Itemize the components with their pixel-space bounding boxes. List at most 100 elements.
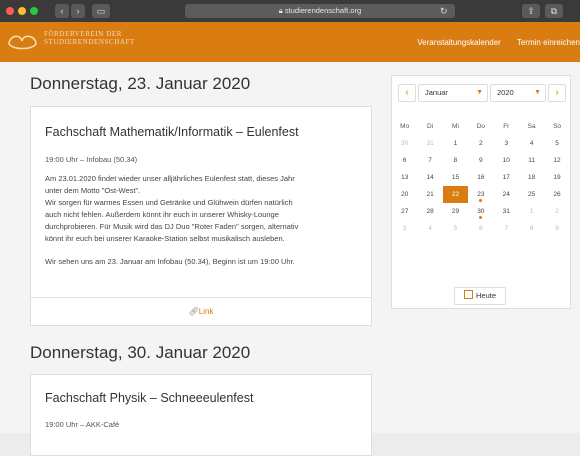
weekday-label: Di bbox=[427, 123, 434, 130]
calendar-day[interactable]: 3 bbox=[392, 220, 417, 237]
calendar-day[interactable]: 8 bbox=[443, 152, 468, 169]
calendar-day[interactable]: 29 bbox=[443, 203, 468, 220]
calendar-day[interactable]: 4 bbox=[519, 135, 544, 152]
tabs-button[interactable]: ⧉ bbox=[545, 4, 563, 18]
event-meta: 19:00 Uhr – AKK-Café bbox=[45, 420, 120, 429]
calendar-day[interactable]: 31 bbox=[417, 135, 442, 152]
week-row: 27 28 29 30 31 1 2 bbox=[392, 203, 570, 220]
chevron-down-icon: ▼ bbox=[476, 89, 483, 96]
calendar-day[interactable]: 30 bbox=[468, 203, 493, 220]
calendar-day[interactable]: 11 bbox=[519, 152, 544, 169]
calendar-day[interactable]: 23 bbox=[468, 186, 493, 203]
forward-button[interactable]: › bbox=[71, 4, 85, 18]
reload-icon: ↻ bbox=[440, 6, 448, 16]
chevron-left-icon: ‹ bbox=[60, 6, 64, 16]
nav-item-calendar[interactable]: Veranstaltungskalender bbox=[417, 38, 501, 47]
calendar-day[interactable]: 1 bbox=[443, 135, 468, 152]
calendar-day[interactable]: 1 bbox=[519, 203, 544, 220]
calendar-day[interactable]: 21 bbox=[417, 186, 442, 203]
calendar-day[interactable]: 18 bbox=[519, 169, 544, 186]
weekday-header-row: Mo Di Mi Do Fr Sa So bbox=[392, 118, 570, 135]
weekday-label: Mi bbox=[452, 123, 459, 130]
window-controls bbox=[6, 7, 38, 15]
calendar-day[interactable]: 27 bbox=[392, 203, 417, 220]
calendar-day[interactable]: 15 bbox=[443, 169, 468, 186]
nav-item-submit-event[interactable]: Termin einreichen bbox=[517, 38, 580, 47]
week-row: 20 21 22 23 24 25 26 bbox=[392, 186, 570, 203]
calendar-day[interactable]: 3 bbox=[494, 135, 519, 152]
calendar-day[interactable]: 5 bbox=[544, 135, 569, 152]
share-button[interactable]: ⇪ bbox=[522, 4, 540, 18]
calendar-day[interactable]: 14 bbox=[417, 169, 442, 186]
logo-line-2: STUDIERENDENSCHAFT bbox=[44, 38, 135, 46]
description-line: auch nicht fehlen. Außerdem könnt ihr eu… bbox=[45, 210, 279, 219]
event-link[interactable]: 🔗︎Link bbox=[189, 307, 214, 316]
event-title: Fachschaft Mathematik/Informatik – Eulen… bbox=[45, 125, 299, 139]
weekday-label: Mo bbox=[400, 123, 410, 130]
calendar-day[interactable]: 2 bbox=[544, 203, 569, 220]
address-bar[interactable]: 🔒︎ studierendenschaft.org bbox=[185, 4, 455, 18]
calendar-day[interactable]: 28 bbox=[417, 203, 442, 220]
sidebar-toggle-button[interactable]: ▭ bbox=[92, 4, 110, 18]
sidebar-icon: ▭ bbox=[96, 6, 106, 16]
calendar-day[interactable]: 30 bbox=[392, 135, 417, 152]
calendar-day[interactable]: 31 bbox=[494, 203, 519, 220]
tabs-icon: ⧉ bbox=[550, 6, 558, 16]
calendar-day[interactable]: 10 bbox=[494, 152, 519, 169]
prev-month-button[interactable]: ‹ bbox=[398, 84, 416, 102]
description-line: Wir sehen uns am 23. Januar am Infobau (… bbox=[45, 257, 295, 266]
logo-line-1: FÖRDERVEREIN DER bbox=[44, 30, 123, 38]
description-line: unter dem Motto "Ost-West". bbox=[45, 186, 141, 195]
calendar-day[interactable]: 16 bbox=[468, 169, 493, 186]
minimize-window-button[interactable] bbox=[18, 7, 26, 15]
lock-icon: 🔒︎ bbox=[278, 6, 283, 15]
event-card: Fachschaft Mathematik/Informatik – Eulen… bbox=[30, 106, 372, 326]
event-card: Fachschaft Physik – Schneeeulenfest 19:0… bbox=[30, 374, 372, 456]
date-heading: Donnerstag, 23. Januar 2020 bbox=[30, 74, 251, 93]
calendar-grid: Mo Di Mi Do Fr Sa So 30 31 1 2 3 4 5 6 7… bbox=[392, 118, 570, 237]
calendar-icon bbox=[463, 290, 473, 299]
month-select[interactable]: Januar ▼ bbox=[418, 84, 488, 102]
calendar-day[interactable]: 24 bbox=[494, 186, 519, 203]
browser-toolbar: ‹ › ▭ 🔒︎ studierendenschaft.org ↻ ⇪ ⧉ bbox=[0, 0, 580, 22]
calendar-day[interactable]: 4 bbox=[417, 220, 442, 237]
calendar-day[interactable]: 13 bbox=[392, 169, 417, 186]
link-icon: 🔗︎ bbox=[188, 307, 199, 316]
week-row: 13 14 15 16 17 18 19 bbox=[392, 169, 570, 186]
calendar-day[interactable]: 9 bbox=[544, 220, 569, 237]
week-row: 30 31 1 2 3 4 5 bbox=[392, 135, 570, 152]
calendar-day[interactable]: 7 bbox=[417, 152, 442, 169]
calendar-day[interactable]: 2 bbox=[468, 135, 493, 152]
event-meta: 19:00 Uhr – Infobau (50.34) bbox=[45, 155, 138, 164]
share-icon: ⇪ bbox=[527, 6, 535, 16]
zoom-window-button[interactable] bbox=[30, 7, 38, 15]
calendar-day[interactable]: 7 bbox=[494, 220, 519, 237]
calendar-day[interactable]: 12 bbox=[544, 152, 569, 169]
calendar-day[interactable]: 19 bbox=[544, 169, 569, 186]
calendar-day[interactable]: 20 bbox=[392, 186, 417, 203]
back-button[interactable]: ‹ bbox=[55, 4, 69, 18]
calendar-day[interactable]: 9 bbox=[468, 152, 493, 169]
calendar-day[interactable]: 25 bbox=[519, 186, 544, 203]
calendar-day[interactable]: 6 bbox=[468, 220, 493, 237]
calendar-day[interactable]: 6 bbox=[392, 152, 417, 169]
close-window-button[interactable] bbox=[6, 7, 14, 15]
calendar-day[interactable]: 8 bbox=[519, 220, 544, 237]
year-select[interactable]: 2020 ▼ bbox=[490, 84, 546, 102]
event-title: Fachschaft Physik – Schneeeulenfest bbox=[45, 391, 254, 405]
calendar-day[interactable]: 17 bbox=[494, 169, 519, 186]
next-month-button[interactable]: › bbox=[548, 84, 566, 102]
main-nav: Veranstaltungskalender Termin einreichen bbox=[417, 22, 580, 62]
reload-button[interactable]: ↻ bbox=[440, 4, 448, 18]
logo-text: FÖRDERVEREIN DER STUDIERENDENSCHAFT bbox=[44, 30, 135, 46]
chevron-right-icon: › bbox=[76, 6, 80, 16]
week-row: 6 7 8 9 10 11 12 bbox=[392, 152, 570, 169]
calendar-day[interactable]: 26 bbox=[544, 186, 569, 203]
address-bar-url: studierendenschaft.org bbox=[284, 6, 362, 15]
calendar-day[interactable]: 5 bbox=[443, 220, 468, 237]
calendar-day-selected[interactable]: 22 bbox=[442, 186, 469, 203]
today-button[interactable]: Heute bbox=[454, 287, 506, 305]
event-description: Am 23.01.2020 findet wieder unser alljäh… bbox=[45, 173, 360, 268]
site-logo[interactable]: FÖRDERVEREIN DER STUDIERENDENSCHAFT bbox=[6, 30, 146, 54]
